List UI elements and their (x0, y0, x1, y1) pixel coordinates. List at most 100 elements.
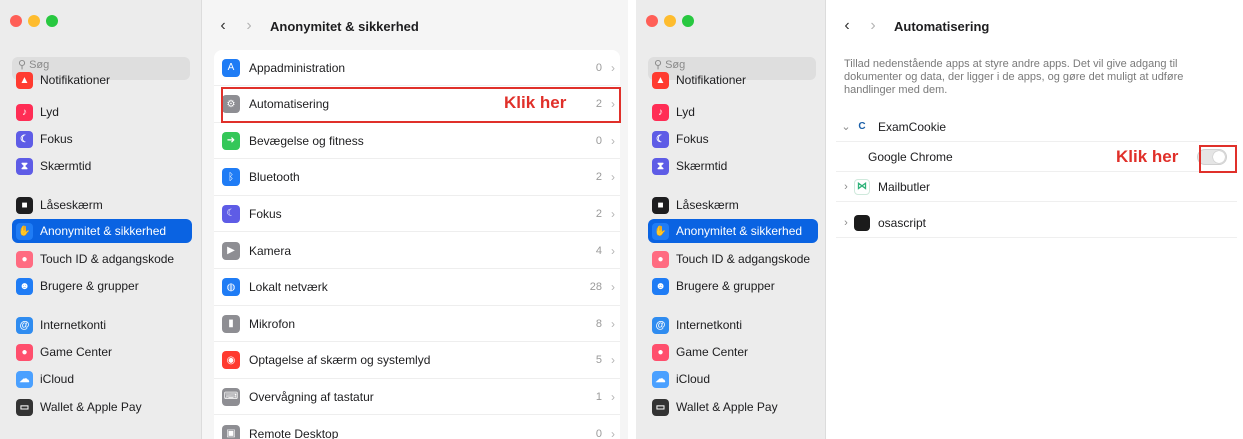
row-count: 4 (595, 244, 602, 257)
sidebar-item-touch-id-adgangskode[interactable]: ● Touch ID & adgangskode (648, 247, 818, 271)
sidebar-item-label: Anonymitet & sikkerhed (40, 224, 167, 238)
close-window-button[interactable] (646, 15, 658, 27)
runner-icon: ➜ (222, 131, 240, 150)
row-label: Fokus (249, 206, 282, 221)
lock-icon: ■ (652, 196, 669, 214)
sidebar-item-anonymitet-sikkerhed[interactable]: ✋ Anonymitet & sikkerhed (12, 219, 192, 243)
cloud-icon: ☁ (652, 370, 669, 388)
sidebar-item-label: iCloud (676, 372, 711, 386)
sidebar-item-internetkonti[interactable]: @ Internetkonti (648, 313, 818, 337)
automation-description: Tillad nedenstående apps at styre andre … (844, 58, 1184, 96)
zoom-window-button[interactable] (46, 15, 58, 27)
sidebar: ⚲ Søg ▲ Notifikationer ♪ Lyd ☾ Fokus ⧗ Skærmtid ■… (636, 0, 826, 439)
main-pane: ‹ › Automatisering Tillad nedenstående a… (826, 0, 1243, 439)
sidebar-item-touch-id-adgangskode[interactable]: ● Touch ID & adgangskode (12, 247, 192, 271)
bell-icon: ▲ (652, 71, 669, 89)
privacy-row-kamera[interactable]: ▶ Kamera 4 › (214, 233, 620, 269)
sidebar-item-label: Touch ID & adgangskode (40, 252, 175, 266)
moon-icon: ☾ (222, 204, 240, 223)
chevron-right-icon[interactable]: › (838, 217, 854, 229)
back-button[interactable]: ‹ (212, 15, 234, 37)
privacy-row-overvågning-af-tastatur[interactable]: ⌨ Overvågning af tastatur 1 › (214, 379, 620, 416)
hourglass-icon: ⧗ (652, 157, 669, 175)
google-chrome-automation-toggle[interactable] (1197, 149, 1227, 165)
sidebar-item-label: Notifikationer (40, 73, 111, 87)
app-row-examcookie[interactable]: ⌄ C ExamCookie (836, 112, 1237, 142)
sidebar-item-brugere-grupper[interactable]: ☻ Brugere & grupper (648, 274, 818, 298)
sidebar-item-icloud[interactable]: ☁ iCloud (648, 367, 818, 391)
sidebar-item-brugere-grupper[interactable]: ☻ Brugere & grupper (12, 274, 192, 298)
sidebar: ⚲ Søg ▲ Notifikationer ♪ Lyd ☾ Fokus ⧗ Skærmtid ■… (0, 0, 202, 439)
sidebar-item-icloud[interactable]: ☁ iCloud (12, 367, 192, 391)
mailbutler-icon: ⋈ (854, 178, 870, 195)
privacy-row-bevægelse-og-fitness[interactable]: ➜ Bevægelse og fitness 0 › (214, 123, 620, 160)
privacy-row-optagelse-af-skærm-og-systemlyd[interactable]: ◉ Optagelse af skærm og systemlyd 5 › (214, 343, 620, 379)
minimize-window-button[interactable] (664, 15, 676, 27)
app-label: osascript (878, 215, 927, 230)
users-icon: ☻ (652, 277, 669, 295)
forward-button[interactable]: › (862, 15, 884, 37)
sidebar-item-låseskærm[interactable]: ■ Låseskærm (12, 193, 192, 217)
sidebar-item-skærmtid[interactable]: ⧗ Skærmtid (648, 154, 818, 178)
privacy-row-lokalt-netværk[interactable]: ◍ Lokalt netværk 28 › (214, 270, 620, 306)
callout-label: Klik her (1116, 147, 1179, 166)
sidebar-item-lyd[interactable]: ♪ Lyd (12, 100, 192, 124)
row-label: Overvågning af tastatur (249, 389, 374, 404)
sidebar-item-wallet-apple-pay[interactable]: ▭ Wallet & Apple Pay (12, 395, 192, 419)
row-count: 2 (595, 207, 602, 220)
sidebar-item-fokus[interactable]: ☾ Fokus (12, 127, 192, 151)
app-row-mailbutler[interactable]: › ⋈ Mailbutler (836, 172, 1237, 202)
chevron-right-icon: › (611, 280, 615, 295)
page-title: Anonymitet & sikkerhed (270, 18, 419, 34)
sidebar-item-game-center[interactable]: ● Game Center (12, 340, 192, 364)
sidebar-item-notifikationer[interactable]: ▲ Notifikationer (12, 68, 192, 92)
sidebar-item-label: Fokus (40, 132, 73, 146)
row-label: Lokalt netværk (249, 280, 328, 295)
row-count: 0 (595, 427, 602, 439)
remote-desktop-icon: ▣ (222, 424, 240, 439)
sidebar-item-label: Notifikationer (676, 73, 747, 87)
sidebar-item-label: Låseskærm (40, 198, 103, 212)
main-pane: ‹ › Anonymitet & sikkerhed A Appadministr… (202, 0, 628, 439)
chevron-down-icon[interactable]: ⌄ (838, 120, 854, 133)
sidebar-item-notifikationer[interactable]: ▲ Notifikationer (648, 68, 818, 92)
wallet-icon: ▭ (16, 398, 33, 416)
back-button[interactable]: ‹ (836, 15, 858, 37)
row-count: 5 (595, 354, 602, 367)
app-row-osascript[interactable]: › osascript (836, 208, 1237, 238)
sidebar-item-fokus[interactable]: ☾ Fokus (648, 127, 818, 151)
row-count: 8 (595, 317, 602, 330)
privacy-row-remote-desktop[interactable]: ▣ Remote Desktop 0 › (214, 416, 620, 439)
chevron-right-icon: › (611, 426, 615, 439)
chevron-right-icon: › (611, 97, 615, 112)
sidebar-item-låseskærm[interactable]: ■ Låseskærm (648, 193, 818, 217)
row-count: 28 (589, 281, 602, 294)
sidebar-item-wallet-apple-pay[interactable]: ▭ Wallet & Apple Pay (648, 395, 818, 419)
sidebar-item-skærmtid[interactable]: ⧗ Skærmtid (12, 154, 192, 178)
chevron-right-icon[interactable]: › (838, 181, 854, 193)
sidebar-item-game-center[interactable]: ● Game Center (648, 340, 818, 364)
wallet-icon: ▭ (652, 398, 669, 416)
sidebar-item-label: Skærmtid (676, 159, 728, 173)
privacy-row-mikrofon[interactable]: ▮ Mikrofon 8 › (214, 306, 620, 343)
sidebar-item-internetkonti[interactable]: @ Internetkonti (12, 313, 192, 337)
zoom-window-button[interactable] (682, 15, 694, 27)
close-window-button[interactable] (10, 15, 22, 27)
moon-icon: ☾ (652, 130, 669, 148)
bluetooth-icon: ᛒ (222, 168, 240, 187)
lock-icon: ■ (16, 196, 33, 214)
sidebar-item-label: Lyd (40, 105, 59, 119)
sidebar-item-label: iCloud (40, 372, 75, 386)
automation-panel: Tillad nedenstående apps at styre andre … (836, 50, 1237, 439)
chevron-right-icon: › (611, 389, 615, 404)
at-icon: @ (652, 316, 669, 334)
privacy-row-bluetooth[interactable]: ᛒ Bluetooth 2 › (214, 160, 620, 196)
sidebar-item-lyd[interactable]: ♪ Lyd (648, 100, 818, 124)
globe-icon: ◍ (222, 278, 240, 297)
minimize-window-button[interactable] (28, 15, 40, 27)
privacy-row-appadministration[interactable]: A Appadministration 0 › (214, 50, 620, 86)
app-label: Google Chrome (868, 149, 953, 164)
privacy-row-fokus[interactable]: ☾ Fokus 2 › (214, 196, 620, 233)
sidebar-item-anonymitet-sikkerhed[interactable]: ✋ Anonymitet & sikkerhed (648, 219, 818, 243)
forward-button[interactable]: › (238, 15, 260, 37)
